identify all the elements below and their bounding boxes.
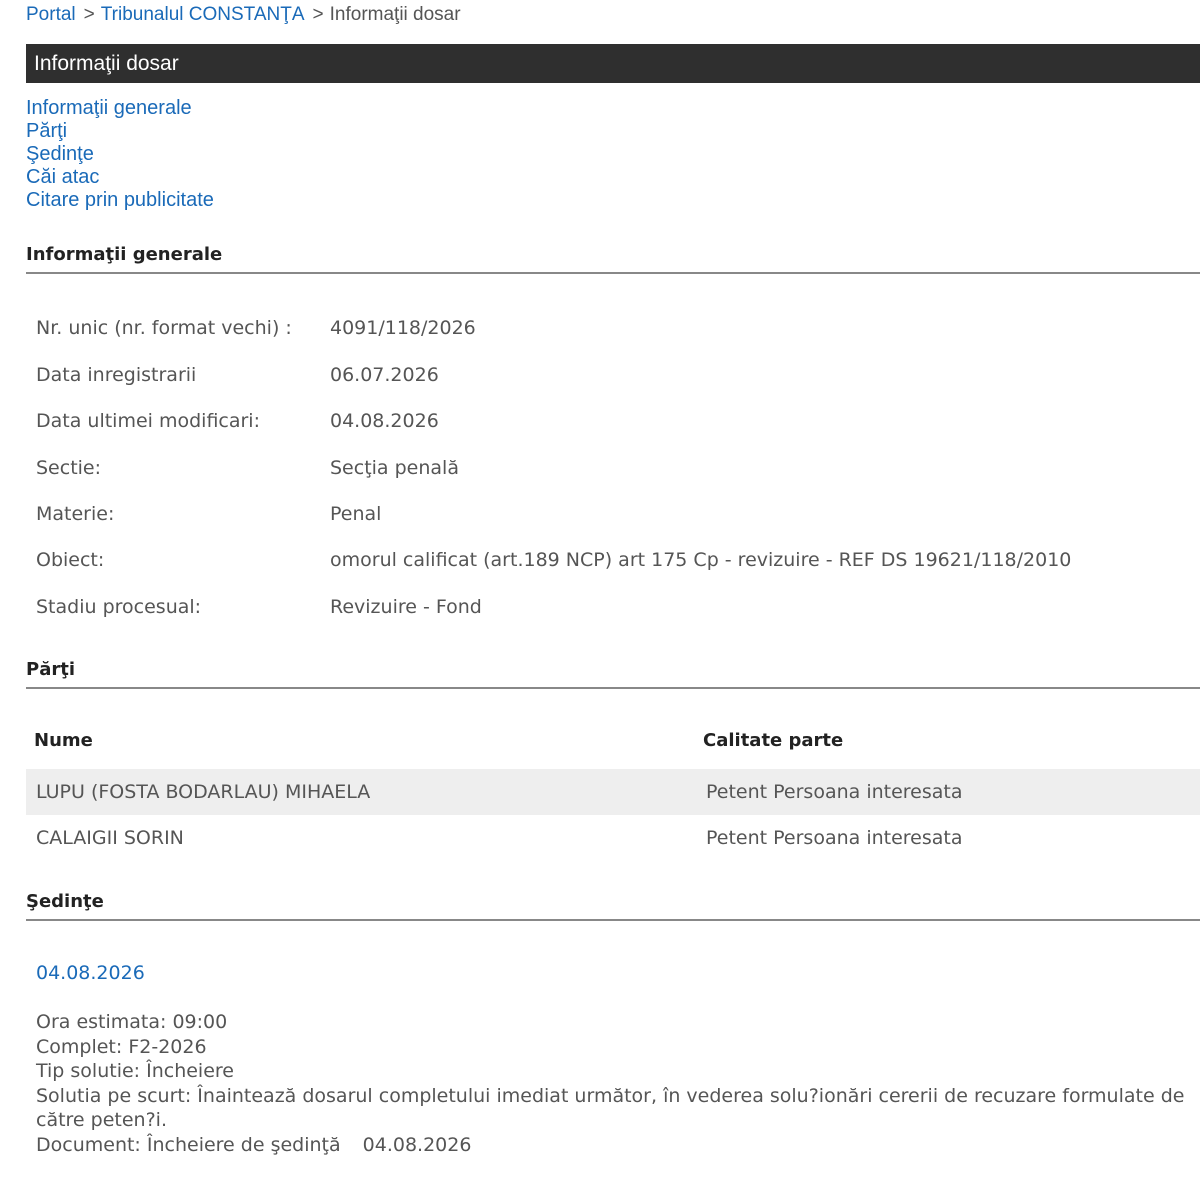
info-label: Data inregistrarii [36, 364, 197, 386]
section-heading-parti: Părţi [26, 659, 75, 680]
party-role: Petent Persoana interesata [706, 827, 963, 849]
page-title: Informaţii dosar [26, 44, 1200, 83]
info-label: Obiect: [36, 549, 105, 571]
nav-link-cai-atac[interactable]: Căi atac [26, 166, 214, 189]
info-label: Materie: [36, 503, 115, 525]
parti-table-header: Nume Calitate parte [26, 730, 1200, 760]
section-divider [26, 919, 1200, 921]
document-date: 04.08.2026 [362, 1133, 472, 1156]
info-value: 06.07.2026 [330, 364, 439, 386]
info-value: omorul calificat (art.189 NCP) art 175 C… [330, 549, 1072, 571]
info-value: 04.08.2026 [330, 410, 439, 432]
section-divider [26, 687, 1200, 689]
party-name: LUPU (FOSTA BODARLAU) MIHAELA [36, 781, 371, 803]
info-row: Materie: Penal [36, 503, 1136, 533]
table-row: LUPU (FOSTA BODARLAU) MIHAELA Petent Per… [26, 769, 1200, 815]
hearing-document: Document: Încheiere de şedinţă 04.08.2026 [36, 1133, 1186, 1158]
info-label: Data ultimei modificari: [36, 410, 260, 432]
section-heading-informatii-generale: Informaţii generale [26, 244, 223, 265]
column-header-calitate: Calitate parte [703, 730, 844, 751]
info-label: Nr. unic (nr. format vechi) : [36, 317, 292, 339]
section-divider [26, 272, 1200, 274]
hearing-time: Ora estimata: 09:00 [36, 1011, 228, 1033]
nav-link-parti[interactable]: Părţi [26, 120, 214, 143]
hearing-details: Ora estimata: 09:00 Complet: F2-2026 Tip… [36, 1010, 1186, 1157]
info-row: Sectie: Secţia penală [36, 457, 1136, 487]
party-name: CALAIGII SORIN [36, 827, 184, 849]
breadcrumb-separator: > [83, 4, 95, 25]
info-value: Secţia penală [330, 457, 459, 479]
nav-link-citare-publicitate[interactable]: Citare prin publicitate [26, 189, 214, 212]
hearing-date: 04.08.2026 [36, 962, 145, 984]
breadcrumb-portal-link[interactable]: Portal [26, 4, 76, 25]
breadcrumb: Portal > Tribunalul CONSTANŢA > Informaţii d… [26, 4, 461, 26]
info-label: Sectie: [36, 457, 102, 479]
hearing-panel: Complet: F2-2026 [36, 1035, 207, 1058]
section-nav: Informaţii generale Părţi Şedinţe Căi at… [26, 97, 214, 212]
info-row: Data ultimei modificari: 04.08.2026 [36, 410, 1136, 440]
breadcrumb-current: Informaţii dosar [329, 4, 461, 25]
info-row: Nr. unic (nr. format vechi) : 4091/118/2… [36, 317, 1136, 347]
breadcrumb-separator: > [312, 4, 324, 25]
info-value: Penal [330, 503, 382, 525]
section-heading-sedinte: Şedinţe [26, 891, 104, 912]
column-header-nume: Nume [34, 730, 93, 751]
hearing-solution-type: Tip solutie: Încheiere [36, 1060, 234, 1082]
nav-link-informatii-generale[interactable]: Informaţii generale [26, 97, 214, 120]
table-row: CALAIGII SORIN Petent Persoana interesat… [26, 815, 1200, 861]
breadcrumb-court-link[interactable]: Tribunalul CONSTANŢA [101, 4, 305, 25]
party-role: Petent Persoana interesata [706, 781, 963, 803]
info-row: Obiect: omorul calificat (art.189 NCP) a… [36, 549, 1136, 579]
hearing-solution-summary: Solutia pe scurt: Înaintează dosarul com… [36, 1084, 1185, 1132]
document-label: Document: Încheiere de şedinţă [36, 1133, 341, 1156]
info-row: Data inregistrarii 06.07.2026 [36, 364, 1136, 394]
info-value: Revizuire - Fond [330, 596, 482, 618]
info-value: 4091/118/2026 [330, 317, 476, 339]
nav-link-sedinte[interactable]: Şedinţe [26, 143, 214, 166]
info-label: Stadiu procesual: [36, 596, 202, 618]
info-row: Stadiu procesual: Revizuire - Fond [36, 596, 1136, 626]
